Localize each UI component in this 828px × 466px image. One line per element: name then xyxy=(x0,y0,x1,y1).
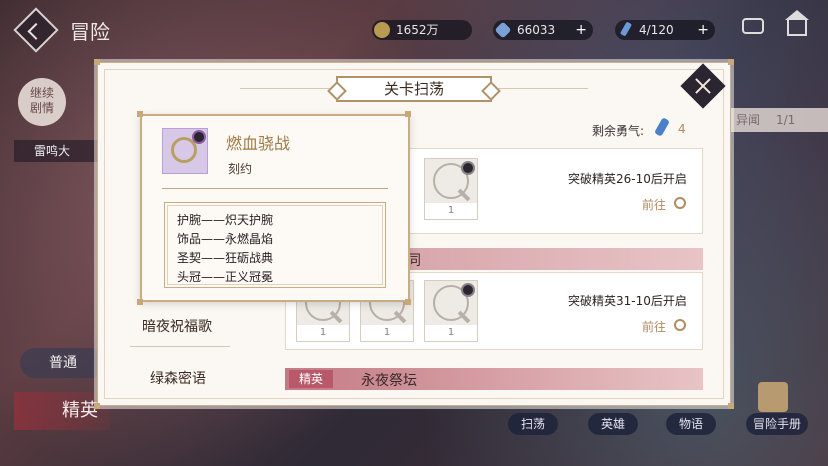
back-button[interactable] xyxy=(13,7,59,53)
stamina-value: 4/120 xyxy=(639,23,674,37)
gold-value: 1652万 xyxy=(396,23,439,37)
set-piece-line: 圣契——狂砺战典 xyxy=(177,251,274,265)
tooltip-divider xyxy=(162,188,388,189)
goto-button[interactable]: 前往 xyxy=(642,196,666,213)
set-piece-line: 护腕——炽天护腕 xyxy=(177,213,274,227)
set-piece-line: 饰品——永燃晶焰 xyxy=(177,232,274,246)
side-event-strip: 异闻 1/1 xyxy=(724,108,828,132)
stage-unlock-text: 突破精英26-10后开启 xyxy=(568,172,687,186)
stamina-counter: 4/120 + xyxy=(615,20,715,40)
add-gems-button[interactable]: + xyxy=(575,20,587,40)
handbook-nav-button[interactable]: 冒险手册 xyxy=(746,413,808,435)
gem-value: 66033 xyxy=(517,23,556,37)
continue-story-label-2: 剧情 xyxy=(29,101,54,115)
tooltip-corner xyxy=(405,111,411,117)
stage-unlock-text: 突破精英31-10后开启 xyxy=(568,294,687,308)
list-divider xyxy=(130,346,230,347)
set-piece-line: 头冠——正义冠冕 xyxy=(177,270,274,284)
gold-counter: 1652万 xyxy=(372,20,472,40)
gear-badge-icon xyxy=(192,130,206,144)
heroes-nav-button[interactable]: 英雄 xyxy=(588,413,638,435)
story-nav-button[interactable]: 物语 xyxy=(666,413,716,435)
chapter-strip: 雷鸣大 xyxy=(14,140,104,162)
stage-list-item[interactable]: 绿森密语 xyxy=(150,368,206,388)
chat-icon[interactable] xyxy=(742,18,764,34)
sweep-nav-button[interactable]: 扫荡 xyxy=(508,413,558,435)
tooltip-corner xyxy=(137,299,143,305)
set-pieces-box: 护腕——炽天护腕 饰品——永燃晶焰 圣契——狂砺战典 头冠——正义冠冕 xyxy=(164,202,386,288)
remaining-courage-label: 剩余勇气: xyxy=(592,124,645,138)
goto-arrow-icon[interactable] xyxy=(674,319,686,331)
gear-badge-icon xyxy=(461,283,475,297)
elite-tag: 精英 xyxy=(289,370,333,388)
gem-icon xyxy=(494,21,512,39)
item-name: 燃血骁战 xyxy=(226,134,291,153)
side-event-count: 1/1 xyxy=(776,113,796,127)
reward-count: 1 xyxy=(361,325,413,341)
dialog-corner xyxy=(728,59,734,65)
gear-badge-icon xyxy=(461,161,475,175)
item-portrait xyxy=(162,128,208,174)
dialog-title: 关卡扫荡 xyxy=(336,76,492,102)
home-icon[interactable] xyxy=(785,10,809,36)
goto-arrow-icon[interactable] xyxy=(674,197,686,209)
add-stamina-button[interactable]: + xyxy=(697,20,709,40)
title-divider-right xyxy=(498,88,588,89)
reward-item[interactable]: 1 xyxy=(424,158,478,220)
title-divider-left xyxy=(240,88,330,89)
reward-count: 1 xyxy=(425,325,477,341)
tooltip-corner xyxy=(137,111,143,117)
remaining-courage-value: 4 xyxy=(678,122,686,136)
page-title: 冒险 xyxy=(70,20,110,44)
tooltip-corner xyxy=(405,299,411,305)
goto-button[interactable]: 前往 xyxy=(642,318,666,335)
reward-count: 1 xyxy=(425,203,477,219)
item-type: 刻约 xyxy=(228,162,253,176)
dialog-corner xyxy=(94,59,100,65)
continue-story-label-1: 继续 xyxy=(29,86,54,100)
continue-story-button[interactable]: 继续 剧情 xyxy=(18,78,66,126)
reward-count: 1 xyxy=(297,325,349,341)
gem-counter: 66033 + xyxy=(493,20,593,40)
mode-normal-button[interactable]: 普通 xyxy=(20,348,106,378)
dialog-corner xyxy=(94,403,100,409)
stamina-potion-icon xyxy=(619,21,633,37)
reward-item[interactable]: 1 xyxy=(424,280,478,342)
gold-coin-icon xyxy=(374,22,390,38)
stage-header: 精英 永夜祭坛 xyxy=(285,368,703,390)
dialog-corner xyxy=(728,403,734,409)
adventure-handbook-icon[interactable] xyxy=(758,382,788,412)
stage-list-item[interactable]: 暗夜祝福歌 xyxy=(142,316,212,336)
side-event-label: 异闻 xyxy=(736,113,761,127)
top-bar: 冒险 1652万 66033 + 4/120 + xyxy=(0,0,828,60)
mode-elite-button[interactable]: 精英 xyxy=(14,392,110,430)
stage-name: 永夜祭坛 xyxy=(361,373,417,389)
